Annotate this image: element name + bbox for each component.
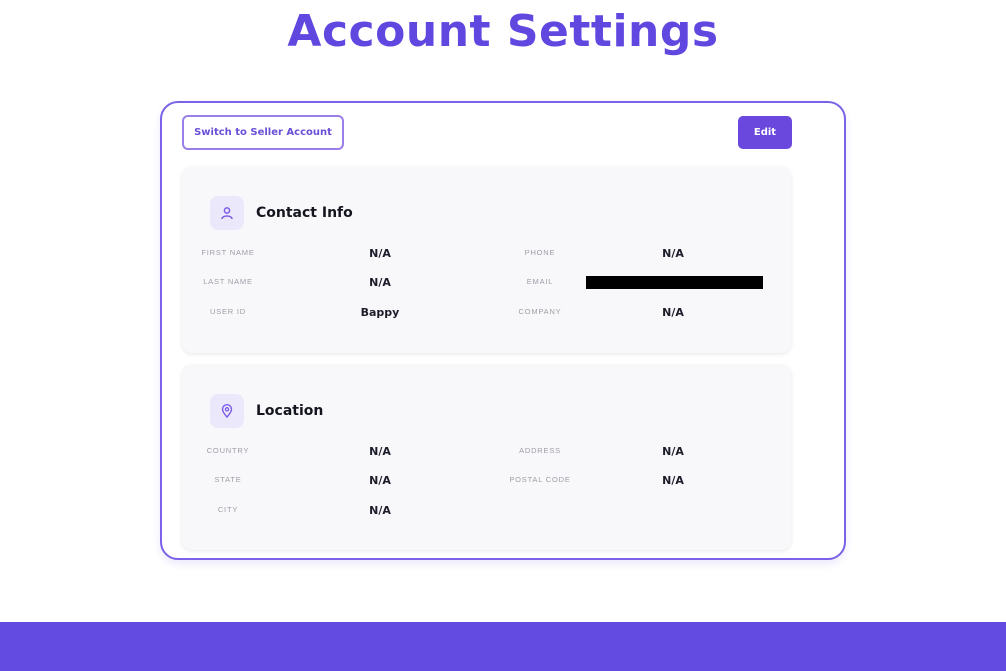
edit-button[interactable]: Edit [738, 116, 792, 149]
state-value: N/A [369, 474, 391, 487]
country-label: COUNTRY [206, 446, 250, 455]
location-title: Location [256, 403, 324, 419]
user-id-value: Bappy [360, 306, 400, 319]
footer-band [0, 622, 1006, 671]
last-name-value: N/A [369, 276, 391, 289]
location-card: Location COUNTRY N/A STATE N/A CITY N/A … [182, 365, 791, 550]
switch-to-seller-button[interactable]: Switch to Seller Account [182, 115, 344, 150]
postal-code-value: N/A [662, 474, 684, 487]
map-pin-icon [210, 394, 244, 428]
first-name-label: FIRST NAME [201, 248, 255, 257]
user-id-label: USER ID [209, 307, 247, 316]
contact-info-card: Contact Info FIRST NAME N/A LAST NAME N/… [182, 167, 791, 353]
company-label: COMPANY [518, 307, 562, 316]
page-title: Account Settings [287, 6, 719, 57]
address-label: ADDRESS [519, 446, 561, 455]
email-label: EMAIL [526, 277, 554, 286]
city-value: N/A [369, 504, 391, 517]
state-label: STATE [214, 475, 242, 484]
first-name-value: N/A [369, 247, 391, 260]
phone-label: PHONE [524, 248, 556, 257]
postal-code-label: POSTAL CODE [509, 475, 571, 484]
settings-panel: Switch to Seller Account Edit Contact In… [160, 101, 846, 560]
company-value: N/A [662, 306, 684, 319]
last-name-label: LAST NAME [203, 277, 253, 286]
country-value: N/A [369, 445, 391, 458]
contact-info-title: Contact Info [256, 205, 353, 221]
address-value: N/A [662, 445, 684, 458]
city-label: CITY [217, 505, 239, 514]
email-redacted-value [586, 276, 763, 289]
phone-value: N/A [662, 247, 684, 260]
user-icon [210, 196, 244, 230]
